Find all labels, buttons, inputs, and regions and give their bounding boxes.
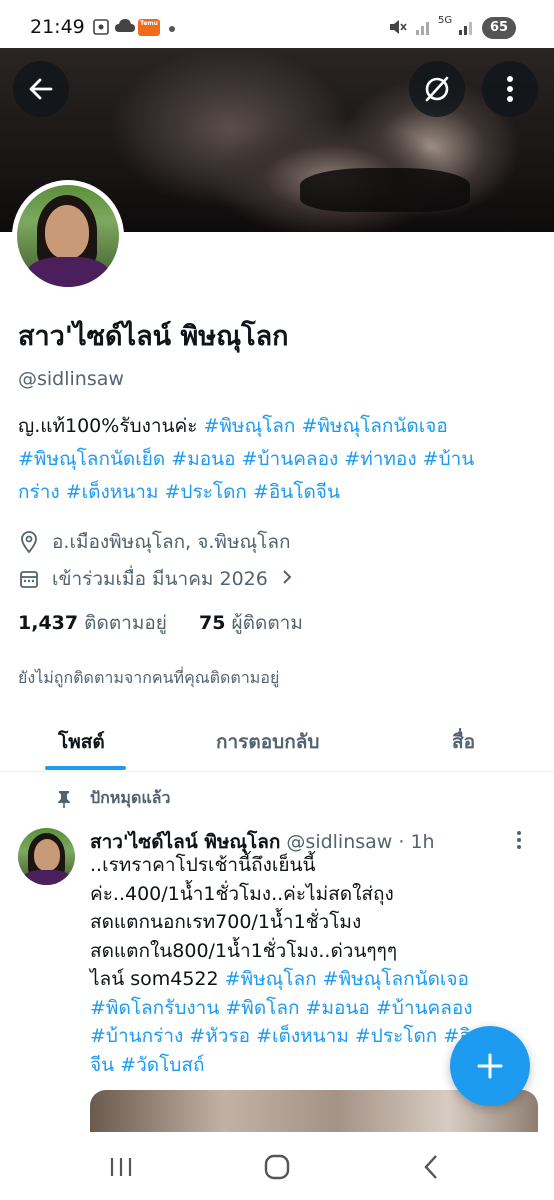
location-pin-icon xyxy=(18,531,40,553)
tweet-hashtags[interactable]: #พิษณุโลก #พิษณุโลกนัดเจอ xyxy=(225,968,469,990)
followers-count: 75 xyxy=(199,612,226,634)
chevron-right-icon xyxy=(282,568,292,590)
arrow-left-icon xyxy=(29,78,53,100)
bio-hashtags[interactable]: #พิษณุโลกนัดเย็ด #มอนอ #บ้านคลอง #ท่าทอง… xyxy=(18,448,474,470)
signal-strength-icon xyxy=(458,18,476,39)
tweet-avatar[interactable] xyxy=(18,828,75,885)
location-text: อ.เมืองพิษณุโลก, จ.พิษณุโลก xyxy=(52,531,291,553)
tweet-hashtags[interactable]: #พิดโลกรับงาน #พิดโลก #มอนอ #บ้านคลอง xyxy=(90,994,530,1023)
follow-stats: 1,437 ติดตามอยู่ 75 ผู้ติดตาม xyxy=(18,608,303,638)
tweet-handle-time: @sidlinsaw · 1h xyxy=(280,831,435,853)
bio-hashtags[interactable]: กร่าง #เต็งหนาม #ประโดก #อินโดจีน xyxy=(18,481,340,503)
compose-button[interactable] xyxy=(450,1026,530,1106)
display-name: สาว'ไซด์ไลน์ พิษณุโลก xyxy=(18,321,289,352)
tweet-author-name[interactable]: สาว'ไซด์ไลน์ พิษณุโลก xyxy=(90,831,280,853)
tab-posts[interactable]: โพสต์ xyxy=(58,712,105,772)
followers-link[interactable]: 75 ผู้ติดตาม xyxy=(199,612,303,634)
more-options-button[interactable] xyxy=(482,61,538,117)
battery-indicator: 65 xyxy=(482,17,516,39)
user-handle: @sidlinsaw xyxy=(18,368,124,390)
temu-app-icon: Temu xyxy=(138,19,160,36)
profile-location: อ.เมืองพิษณุโลก, จ.พิษณุโลก xyxy=(18,527,290,557)
tweet-line: ..เรทราคาโปรเช้านี้ถึงเย็นนี้ xyxy=(90,854,316,876)
screenshot-icon xyxy=(92,18,110,39)
calendar-icon xyxy=(18,568,40,590)
chevron-left-icon xyxy=(424,1155,437,1179)
following-link[interactable]: 1,437 ติดตามอยู่ xyxy=(18,612,167,634)
pinned-text: ปักหมุดแล้ว xyxy=(90,788,171,807)
pin-icon xyxy=(56,789,72,809)
active-tab-indicator xyxy=(45,766,126,770)
joined-text: เข้าร่วมเมื่อ มีนาคม 2026 xyxy=(52,568,268,590)
back-button[interactable] xyxy=(13,61,69,117)
notification-dot-icon xyxy=(169,26,175,32)
plus-icon xyxy=(477,1053,503,1079)
home-button[interactable] xyxy=(252,1150,302,1184)
recent-apps-button[interactable] xyxy=(96,1150,146,1184)
tweet-line: ไลน์ som4522 #พิษณุโลก #พิษณุโลกนัดเจอ xyxy=(90,965,530,994)
signal-icon xyxy=(415,18,433,39)
tweet-line: สดแตกใน800/1น้ำ1ชั่วโมง..ด่วนๆๆๆ xyxy=(90,939,398,962)
bio-text: ญ.แท้100%รับงานค่ะ xyxy=(18,415,204,437)
tweet-line-text: ไลน์ som4522 xyxy=(90,968,225,990)
profile-tabs: โพสต์ การตอบกลับ สื่อ xyxy=(0,712,554,772)
tweet-line: สดแตกนอกเรท700/1น้ำ1ชั่วโมง xyxy=(90,911,362,933)
bio-hashtags[interactable]: #พิษณุโลก #พิษณุโลกนัดเจอ xyxy=(203,415,447,437)
slashed-circle-icon xyxy=(425,76,449,102)
unmute-button[interactable] xyxy=(409,61,465,117)
profile-joined[interactable]: เข้าร่วมเมื่อ มีนาคม 2026 xyxy=(18,564,292,594)
following-count: 1,437 xyxy=(18,612,79,634)
recent-apps-icon xyxy=(110,1158,132,1176)
tweet-line: ค่ะ..400/1น้ำ1ชั่วโมง..ค่ะไม่สดใส่ถุง xyxy=(90,882,394,905)
home-icon xyxy=(264,1154,290,1180)
profile-avatar[interactable] xyxy=(12,180,124,292)
following-label: ติดตามอยู่ xyxy=(84,612,167,634)
banner-detail xyxy=(300,168,470,212)
more-vertical-icon xyxy=(517,831,521,849)
back-nav-button[interactable] xyxy=(406,1150,456,1184)
tab-media[interactable]: สื่อ xyxy=(452,712,475,772)
status-bar: 21:49 Temu 5G 65 xyxy=(0,0,554,48)
profile-bio: ญ.แท้100%รับงานค่ะ #พิษณุโลก #พิษณุโลกนั… xyxy=(18,410,538,509)
cloud-icon xyxy=(114,18,136,37)
not-followed-note: ยังไม่ถูกติดตามจากคนที่คุณติดตามอยู่ xyxy=(18,668,280,687)
system-nav-bar xyxy=(0,1132,554,1200)
more-vertical-icon xyxy=(507,76,513,102)
status-time: 21:49 xyxy=(30,16,85,38)
followers-label: ผู้ติดตาม xyxy=(231,612,303,634)
mute-icon xyxy=(388,18,408,39)
pinned-label: ปักหมุดแล้ว xyxy=(56,786,170,811)
tab-replies[interactable]: การตอบกลับ xyxy=(216,712,319,772)
network-type: 5G xyxy=(438,15,453,26)
